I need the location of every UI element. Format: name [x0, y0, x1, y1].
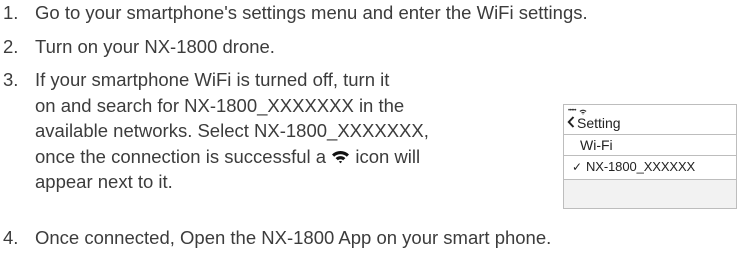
step-text-fragment: once the connection is successful a — [35, 145, 327, 167]
step-text-line: If your smartphone WiFi is turned off, t… — [35, 69, 390, 90]
step-text-line: on and search for NX-1800_XXXXXXX in the — [35, 94, 405, 116]
step-text: Once connected, Open the NX-1800 App on … — [35, 227, 552, 248]
empty-list-area — [564, 179, 736, 208]
step-2: 2. Turn on your NX-1800 drone. — [0, 34, 275, 60]
step-text-line: once the connection is successful a icon… — [35, 144, 429, 170]
step-number: 3. — [3, 69, 19, 90]
wifi-icon — [331, 145, 350, 163]
checkmark-icon: ✓ — [572, 160, 582, 174]
step-number: 1. — [3, 2, 19, 23]
step-4: 4. Once connected, Open the NX-1800 App … — [0, 225, 551, 251]
step-text: Turn on your NX-1800 drone. — [35, 36, 275, 57]
phone-status-bar: ••••• — [568, 106, 587, 115]
wifi-label: Wi-Fi — [580, 137, 613, 153]
phone-settings-illustration: ••••• Setting Wi-Fi ✓ NX-1800_XXXXXX — [563, 104, 737, 209]
network-row: ✓ NX-1800_XXXXXX — [564, 156, 736, 179]
step-text-fragment: icon will — [355, 145, 421, 167]
step-text-line: available networks. Select NX-1800_XXXXX… — [35, 120, 429, 141]
step-1: 1. Go to your smartphone's settings menu… — [0, 0, 588, 26]
back-label: Setting — [577, 115, 621, 131]
wifi-menu-row: Wi-Fi — [564, 134, 736, 156]
step-3: 3. If your smartphone WiFi is turned off… — [0, 67, 429, 195]
signal-dots: ••••• — [568, 107, 577, 114]
back-button: Setting — [567, 115, 621, 131]
step-number: 2. — [3, 36, 19, 57]
step-text-line: appear next to it. — [35, 171, 173, 192]
step-number: 4. — [3, 227, 19, 248]
network-name: NX-1800_XXXXXX — [585, 159, 696, 174]
chevron-left-icon — [567, 115, 577, 131]
step-text: Go to your smartphone's settings menu an… — [35, 2, 588, 23]
